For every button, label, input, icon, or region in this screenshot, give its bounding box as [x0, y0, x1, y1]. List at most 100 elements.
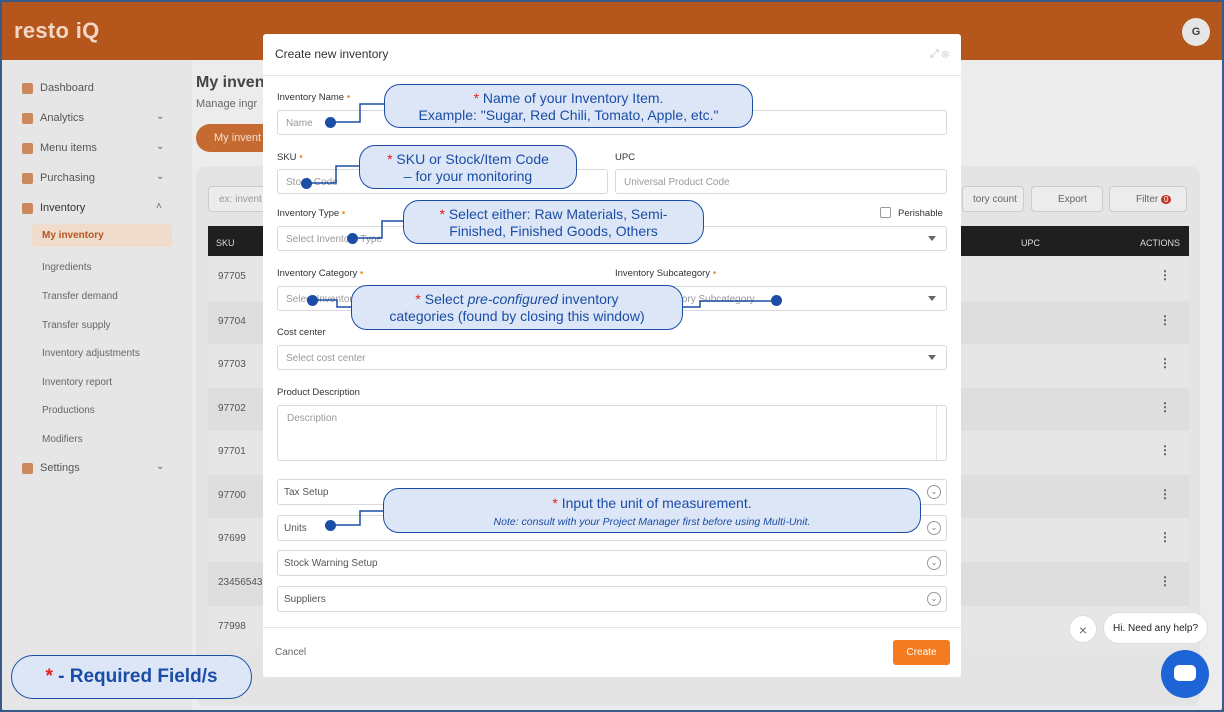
chevron-down-icon: ⌄	[927, 592, 941, 606]
callout-line: Example: "Sugar, Red Chili, Tomato, Appl…	[418, 107, 719, 123]
textarea-scrollbar[interactable]	[936, 406, 937, 460]
sku-cell: 97701	[218, 446, 246, 457]
callout-line: Name of your Inventory Item.	[482, 90, 664, 106]
sku-cell: 23456543	[218, 577, 263, 588]
sidebar-sub-inventory-report[interactable]: Inventory report	[42, 377, 112, 388]
accordion-label: Stock Warning Setup	[284, 558, 378, 569]
modal-header: Create new inventory ⤢ ⊗	[263, 34, 961, 76]
more-actions-icon[interactable]: ⋮	[1159, 443, 1171, 457]
filter-button[interactable]: Filter 0	[1109, 186, 1187, 212]
inventory-type-label: Inventory Type •	[277, 208, 345, 219]
sku-label: SKU •	[277, 152, 303, 163]
export-button[interactable]: Export	[1031, 186, 1103, 212]
callout-line: Select	[424, 291, 468, 307]
stock-warning-accordion[interactable]: Stock Warning Setup ⌄	[277, 550, 947, 576]
required-star: *	[387, 151, 393, 167]
accordion-label: Units	[284, 523, 307, 534]
more-actions-icon[interactable]: ⋮	[1159, 530, 1171, 544]
sidebar-sub-my-inventory[interactable]: My inventory	[32, 224, 172, 247]
page-title: My invent	[196, 74, 270, 91]
cost-center-select[interactable]: Select cost center	[277, 345, 947, 370]
label-text: Inventory Category	[277, 268, 358, 279]
more-actions-icon[interactable]: ⋮	[1159, 487, 1171, 501]
select-value: Select Inventory Type	[286, 234, 382, 245]
close-icon[interactable]: ⊗	[942, 48, 949, 60]
search-input[interactable]: ex: invent	[208, 186, 268, 212]
dashboard-icon	[22, 82, 33, 94]
required-star: *	[439, 206, 445, 222]
suppliers-accordion[interactable]: Suppliers ⌄	[277, 586, 947, 612]
chat-launcher-button[interactable]	[1161, 650, 1209, 698]
callout-line: Input the unit of measurement.	[561, 495, 752, 511]
perishable-checkbox[interactable]	[880, 207, 891, 218]
chevron-down-icon: ⌄	[156, 461, 165, 472]
callout-sku: * SKU or Stock/Item Code – for your moni…	[359, 145, 577, 189]
sidebar-item-analytics[interactable]: Analytics ⌄	[22, 111, 164, 124]
chat-icon	[1174, 665, 1196, 681]
label-text: Inventory Name	[277, 92, 345, 103]
sku-cell: 97702	[218, 403, 246, 414]
create-button[interactable]: Create	[893, 640, 950, 665]
required-marker: •	[359, 268, 364, 279]
callout-line: Select either: Raw Materials, Semi-	[448, 206, 668, 222]
avatar[interactable]: G	[1182, 18, 1210, 46]
sidebar-item-label: Purchasing	[40, 172, 96, 184]
product-description-label: Product Description	[277, 387, 360, 398]
required-marker: •	[712, 268, 717, 279]
sidebar-sub-transfer-supply[interactable]: Transfer supply	[42, 320, 111, 331]
sidebar-sub-inventory-adjustments[interactable]: Inventory adjustments	[42, 348, 140, 359]
accordion-label: Tax Setup	[284, 487, 329, 498]
sku-cell: 97700	[218, 490, 246, 501]
sidebar-sub-modifiers[interactable]: Modifiers	[42, 434, 83, 445]
label-text: SKU	[277, 152, 297, 163]
sidebar-item-menu-items[interactable]: Menu items ⌄	[22, 141, 164, 154]
cost-center-label: Cost center	[277, 327, 326, 338]
sidebar-item-label: Inventory	[40, 202, 86, 214]
more-actions-icon[interactable]: ⋮	[1159, 268, 1171, 282]
export-label: Export	[1058, 194, 1087, 205]
sidebar-sub-productions[interactable]: Productions	[42, 405, 95, 416]
callout-line: inventory	[557, 291, 619, 307]
more-actions-icon[interactable]: ⋮	[1159, 574, 1171, 588]
column-actions: ACTIONS	[1140, 238, 1181, 248]
sidebar-item-inventory[interactable]: Inventory ˄	[22, 201, 162, 214]
required-star: *	[473, 90, 480, 106]
inventory-category-label: Inventory Category •	[277, 268, 363, 279]
gear-icon	[22, 462, 33, 474]
chevron-down-icon: ⌄	[927, 556, 941, 570]
sidebar-sub-ingredients[interactable]: Ingredients	[42, 262, 91, 273]
chevron-down-icon: ⌄	[156, 141, 165, 152]
expand-icon[interactable]: ⤢	[930, 48, 939, 60]
logo: resto iQ	[14, 18, 100, 43]
sku-cell: 97705	[218, 271, 246, 282]
cart-icon	[22, 172, 33, 184]
upc-input[interactable]: Universal Product Code	[615, 169, 947, 194]
callout-dot	[771, 295, 782, 306]
column-sku: SKU	[216, 238, 235, 248]
select-value: Select cost center	[286, 353, 366, 364]
sidebar-item-label: Dashboard	[40, 82, 94, 94]
more-actions-icon[interactable]: ⋮	[1159, 356, 1171, 370]
required-star: *	[45, 666, 53, 687]
sidebar-item-settings[interactable]: Settings ⌄	[22, 461, 164, 474]
sidebar-item-label: Settings	[40, 462, 80, 474]
sidebar-sub-transfer-demand[interactable]: Transfer demand	[42, 291, 118, 302]
more-actions-icon[interactable]: ⋮	[1159, 313, 1171, 327]
analytics-icon	[22, 112, 33, 124]
callout-emphasis: pre-configured	[467, 291, 558, 307]
chevron-down-icon	[928, 296, 936, 301]
upc-label: UPC	[615, 152, 636, 163]
callout-dot	[347, 233, 358, 244]
sidebar-item-purchasing[interactable]: Purchasing ⌄	[22, 171, 164, 184]
callout-inventory-name: * Name of your Inventory Item. Example: …	[384, 84, 753, 128]
chat-help-bubble[interactable]: Hi. Need any help?	[1103, 612, 1208, 644]
description-textarea[interactable]: Description	[277, 405, 947, 461]
more-actions-icon[interactable]: ⋮	[1159, 400, 1171, 414]
callout-dot	[325, 520, 336, 531]
sidebar-item-dashboard[interactable]: Dashboard	[22, 82, 94, 94]
chevron-down-icon: ⌄	[156, 171, 165, 182]
callout-line: SKU or Stock/Item Code	[396, 151, 549, 167]
inventory-count-button[interactable]: tory count	[962, 186, 1024, 212]
cancel-button[interactable]: Cancel	[275, 647, 306, 658]
chat-close-button[interactable]: ×	[1069, 615, 1097, 643]
